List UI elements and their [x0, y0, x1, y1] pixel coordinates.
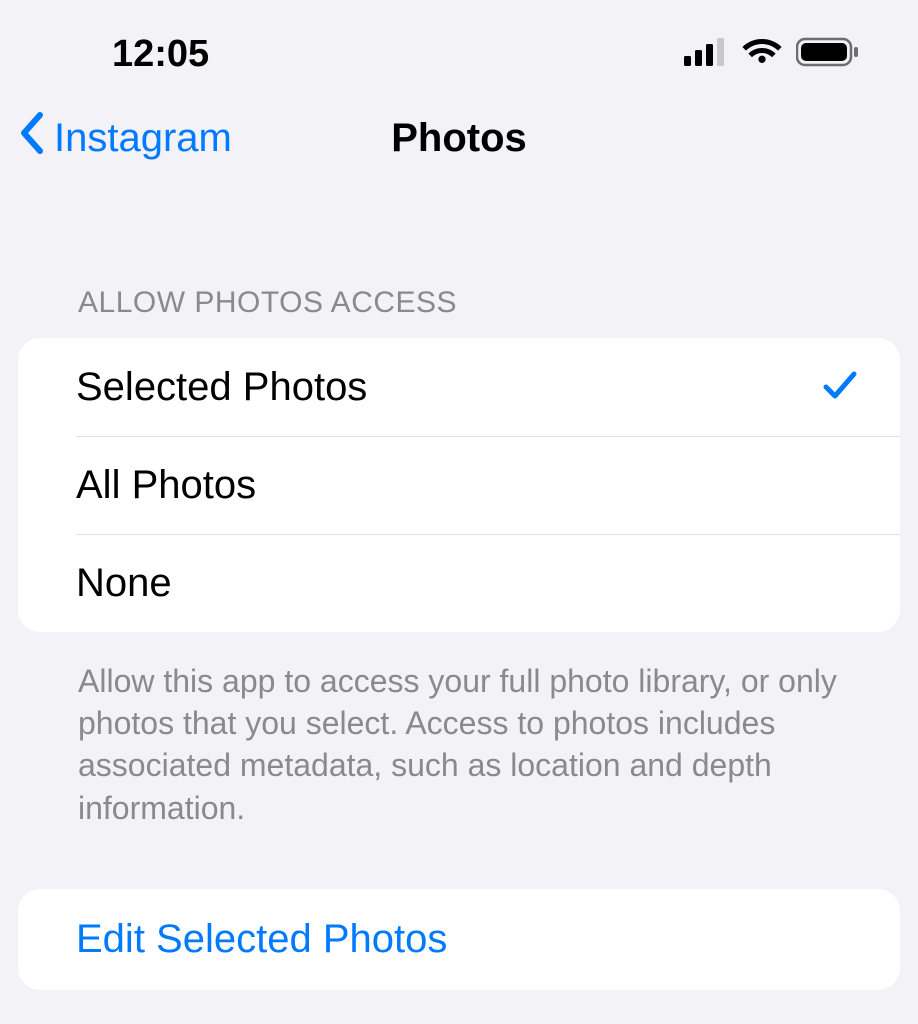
option-selected-photos[interactable]: Selected Photos: [18, 338, 900, 436]
option-label: Selected Photos: [76, 365, 367, 410]
option-label: None: [76, 561, 172, 606]
back-label: Instagram: [54, 116, 232, 161]
wifi-icon: [742, 37, 782, 72]
edit-selected-photos-button[interactable]: Edit Selected Photos: [18, 889, 900, 990]
status-bar: 12:05: [0, 0, 918, 90]
chevron-left-icon: [18, 111, 48, 165]
battery-icon: [796, 37, 860, 72]
access-options-group: Selected Photos All Photos None: [18, 338, 900, 632]
option-all-photos[interactable]: All Photos: [18, 436, 900, 534]
option-none[interactable]: None: [18, 534, 900, 632]
status-indicators: [684, 37, 860, 72]
page-title: Photos: [391, 116, 527, 161]
back-button[interactable]: Instagram: [18, 111, 232, 165]
navigation-bar: Instagram Photos: [0, 90, 918, 186]
action-label: Edit Selected Photos: [76, 917, 447, 961]
option-label: All Photos: [76, 463, 256, 508]
checkmark-icon: [820, 365, 860, 410]
status-time: 12:05: [112, 33, 209, 76]
section-header: ALLOW PHOTOS ACCESS: [0, 286, 918, 320]
cellular-signal-icon: [684, 38, 728, 71]
section-footer: Allow this app to access your full photo…: [0, 660, 918, 829]
